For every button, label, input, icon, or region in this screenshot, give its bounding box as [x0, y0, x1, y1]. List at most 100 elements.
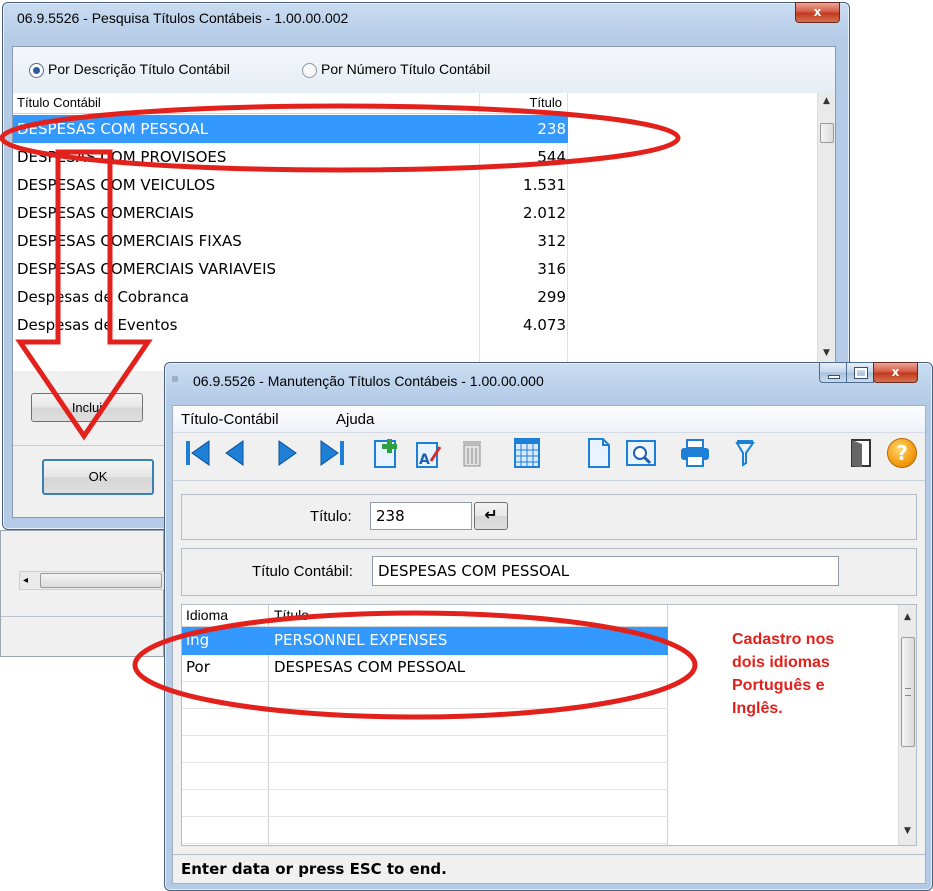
language-row[interactable]	[182, 681, 668, 709]
status-bar: Enter data or press ESC to end.	[173, 854, 925, 884]
background-hscroll-thumb[interactable]	[40, 573, 162, 588]
search-list-row[interactable]: DESPESAS COMERCIAIS FIXAS 312	[13, 227, 568, 255]
annotation-line-4: Inglês.	[732, 700, 783, 717]
row-description: Despesas de Cobranca	[17, 288, 189, 306]
search-rows: DESPESAS COM PESSOAL 238 DESPESAS COM PROV…	[13, 115, 568, 355]
scroll-up-arrow-icon[interactable]: ▲	[899, 609, 916, 626]
help-icon[interactable]: ?	[885, 434, 919, 472]
search-list-row[interactable]: DESPESAS COM PESSOAL 238	[13, 115, 568, 143]
row-description: DESPESAS COM PESSOAL	[17, 120, 209, 138]
ok-button[interactable]: OK	[42, 459, 154, 495]
titulo-contabil-input[interactable]: DESPESAS COM PESSOAL	[372, 556, 839, 586]
scroll-up-arrow-icon[interactable]: ▲	[818, 93, 835, 110]
scroll-down-arrow-icon[interactable]: ▼	[818, 345, 835, 362]
close-icon: x	[813, 5, 822, 19]
maint-window-title: 06.9.5526 - Manutenção Títulos Contábeis…	[193, 373, 544, 389]
maint-close-button[interactable]: x	[873, 362, 918, 383]
titulo-contabil-label: Título Contábil:	[252, 563, 353, 580]
language-row[interactable]	[182, 762, 668, 790]
last-icon[interactable]	[315, 434, 349, 472]
next-icon[interactable]	[273, 434, 301, 472]
maintenance-window: 06.9.5526 - Manutenção Títulos Contábeis…	[164, 362, 933, 891]
include-button-label: Inclui	[71, 400, 103, 415]
enter-icon: ↵	[484, 505, 498, 524]
radio-by-description-label[interactable]: Por Descrição Título Contábil	[48, 61, 230, 77]
exit-door-icon[interactable]	[845, 434, 877, 472]
maint-titlebar[interactable]: 06.9.5526 - Manutenção Títulos Contábeis…	[165, 362, 932, 393]
annotation-line-1: Cadastro nos	[732, 631, 835, 648]
titulo-label: Título:	[310, 508, 352, 525]
search-list-row[interactable]: DESPESAS COM VEICULOS 1.531	[13, 171, 568, 199]
search-list-row[interactable]: Despesas de Cobranca 299	[13, 283, 568, 311]
search-list-row[interactable]: DESPESAS COM PROVISOES 544	[13, 143, 568, 171]
titulo-panel: Título: 238 ↵	[181, 494, 917, 540]
language-scrollbar[interactable]: ▲ ▼	[898, 605, 916, 845]
search-close-button[interactable]: x	[795, 2, 840, 23]
document-icon[interactable]	[583, 434, 615, 472]
column-header-idioma[interactable]: Idioma	[186, 607, 228, 623]
search-scroll-thumb[interactable]	[820, 123, 834, 143]
menu-ajuda[interactable]: Ajuda	[336, 411, 374, 428]
search-list-row[interactable]: DESPESAS COMERCIAIS VARIAVEIS 316	[13, 255, 568, 283]
row-description: DESPESAS COMERCIAIS FIXAS	[17, 232, 242, 250]
enter-button[interactable]: ↵	[474, 502, 508, 530]
row-description: DESPESAS COM VEICULOS	[17, 176, 216, 194]
titulo-input[interactable]: 238	[370, 502, 472, 530]
scroll-grip-icon	[905, 688, 911, 696]
menu-bar: Título-Contábil Ajuda	[173, 406, 925, 433]
edit-icon[interactable]: A	[411, 434, 445, 472]
column-header-titulo[interactable]: Título	[274, 607, 309, 623]
radio-by-number-label[interactable]: Por Número Título Contábil	[321, 61, 490, 77]
maximize-button[interactable]	[846, 362, 874, 383]
row-idioma: ing	[186, 631, 210, 649]
previous-icon[interactable]	[221, 434, 249, 472]
search-titlebar[interactable]: 06.9.5526 - Pesquisa Títulos Contábeis -…	[3, 2, 849, 33]
search-list-scrollbar[interactable]: ▲ ▼	[817, 93, 835, 371]
minimize-icon	[828, 375, 840, 379]
language-rows: ing PERSONNEL EXPENSES Por DESPESAS COM PES…	[182, 627, 668, 845]
titulo-input-value: 238	[376, 507, 405, 525]
include-button[interactable]: Inclui	[31, 393, 143, 422]
print-icon[interactable]	[677, 434, 713, 472]
search-window-title: 06.9.5526 - Pesquisa Títulos Contábeis -…	[17, 10, 349, 26]
language-row[interactable]	[182, 735, 668, 763]
background-divider	[1, 616, 163, 617]
add-icon[interactable]	[369, 434, 403, 472]
language-row[interactable]: Por DESPESAS COM PESSOAL	[182, 654, 668, 682]
filter-icon[interactable]	[729, 434, 761, 472]
row-number: 299	[537, 288, 566, 306]
background-horizontal-scrollbar[interactable]: ◂	[19, 571, 165, 590]
scroll-down-arrow-icon[interactable]: ▼	[899, 823, 916, 840]
row-description: DESPESAS COMERCIAIS VARIAVEIS	[17, 260, 277, 278]
language-scroll-thumb[interactable]	[901, 637, 915, 747]
language-row[interactable]	[182, 816, 668, 844]
radio-by-description[interactable]	[29, 63, 44, 78]
row-number: 316	[537, 260, 566, 278]
preview-icon[interactable]	[623, 434, 659, 472]
delete-icon[interactable]	[455, 434, 489, 472]
background-window-fragment: ◂	[0, 530, 165, 657]
language-row[interactable]	[182, 789, 668, 817]
scroll-left-arrow-icon[interactable]: ◂	[23, 572, 28, 589]
ok-button-label: OK	[88, 469, 108, 484]
status-text: Enter data or press ESC to end.	[181, 860, 447, 878]
menu-titulo-contabil[interactable]: Título-Contábil	[181, 411, 279, 428]
row-description: DESPESAS COMERCIAIS	[17, 204, 194, 222]
search-list: Título Contábil Título DESPESAS COM PESS…	[12, 93, 836, 372]
language-row[interactable]	[182, 708, 668, 736]
minimize-button[interactable]	[819, 362, 847, 383]
row-titulo: DESPESAS COM PESSOAL	[274, 658, 466, 676]
search-radio-panel: Por Descrição Título Contábil Por Número…	[12, 46, 836, 95]
column-header-description[interactable]: Título Contábil	[17, 95, 101, 110]
radio-by-number[interactable]	[302, 63, 317, 78]
search-list-row[interactable]: DESPESAS COMERCIAIS 2.012	[13, 199, 568, 227]
annotation-line-2: dois idiomas	[732, 654, 830, 671]
search-list-row[interactable]: Despesas de Eventos 4.073	[13, 311, 568, 339]
row-idioma: Por	[186, 658, 210, 676]
calendar-grid-icon[interactable]	[509, 434, 545, 472]
close-icon: x	[891, 365, 900, 379]
language-row[interactable]: ing PERSONNEL EXPENSES	[182, 627, 668, 655]
first-icon[interactable]	[181, 434, 215, 472]
column-header-number[interactable]: Título	[529, 95, 562, 110]
row-number: 1.531	[523, 176, 566, 194]
